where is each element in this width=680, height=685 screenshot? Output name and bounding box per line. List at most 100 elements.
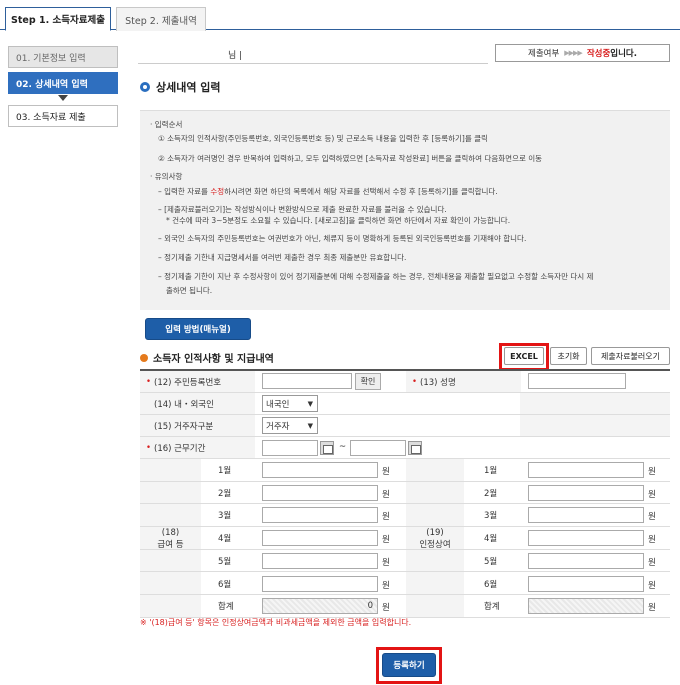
name-label-text: (13) 성명 — [420, 377, 456, 388]
residence-label: (15) 거주자구분 — [140, 415, 255, 436]
total-row: 합계 0 원 합계 원 — [140, 595, 670, 618]
bonus-month-input[interactable] — [528, 575, 644, 592]
unit-label: 원 — [382, 603, 390, 614]
pay-month-input[interactable] — [262, 575, 378, 592]
step-basic-info[interactable]: 01. 기본정보 입력 — [8, 46, 118, 68]
bonus-month-input[interactable] — [528, 507, 644, 524]
info-line: ② 소득자가 여러명인 경우 반복하여 입력하고, 모두 입력하였으면 [소득자… — [158, 154, 543, 163]
form-row: (15) 거주자구분 거주자 ▼ — [140, 415, 670, 437]
status-label: 제출여부 — [528, 49, 560, 59]
unit-label: 원 — [382, 467, 390, 477]
unit-label: 원 — [382, 489, 390, 500]
bonus-month-input[interactable] — [528, 552, 644, 569]
pay-month-input[interactable] — [262, 507, 378, 524]
info-line: · 유의사항 — [150, 172, 183, 181]
unit-label: 원 — [648, 535, 656, 546]
month-label: 합계 — [484, 602, 500, 613]
month-label: 2월 — [484, 488, 498, 499]
month-row: 1월 원 1월 원 — [140, 459, 670, 482]
section-title-text: 상세내역 입력 — [156, 81, 221, 94]
period-start-input[interactable] — [262, 440, 318, 456]
month-row: 6월 원 6월 원 — [140, 573, 670, 596]
info-text: – 입력한 자료를 — [158, 187, 211, 196]
arrow-down-icon — [58, 95, 68, 101]
step-submit[interactable]: 03. 소득자료 제출 — [8, 105, 118, 127]
unit-label: 원 — [648, 489, 656, 500]
load-submitted-button[interactable]: 제출자료불러오기 — [591, 347, 670, 365]
info-emphasis: 수정 — [210, 187, 225, 196]
name-input[interactable] — [528, 373, 626, 389]
arrows-icon: ▶▶▶▶ — [564, 49, 583, 57]
instructions-box: · 입력순서 ① 소득자의 인적사항(주민등록번호, 외국인등록번호 등) 및 … — [140, 110, 670, 310]
month-label: 4월 — [484, 534, 498, 545]
info-text: 하시려면 화면 하단의 목록에서 해당 자료를 선택해서 수정 후 [등록하기]… — [224, 187, 498, 196]
unit-label: 원 — [648, 467, 656, 477]
subsection-title: 소득자 인적사항 및 지급내역 — [140, 350, 274, 365]
step-detail-input[interactable]: 02. 상세내역 입력 — [8, 72, 118, 94]
period-label-text: (16) 근무기간 — [154, 443, 206, 454]
pay-total-input: 0 — [262, 598, 378, 615]
bonus-total-input — [528, 598, 644, 615]
info-line: – 입력한 자료를 수정하시려면 화면 하단의 목록에서 해당 자료를 선택해서… — [158, 186, 498, 197]
tab-bar: Step 1. 소득자료제출 Step 2. 제출내역 — [0, 0, 680, 31]
status-tail: 입니다. — [610, 49, 637, 59]
manual-button[interactable]: 입력 방법(매뉴얼) — [145, 318, 251, 340]
month-label: 합계 — [218, 602, 234, 613]
unit-label: 원 — [382, 557, 390, 568]
month-label: 6월 — [218, 579, 232, 590]
calendar-icon[interactable] — [320, 441, 334, 455]
period-label: • (16) 근무기간 — [140, 437, 255, 458]
confirm-button[interactable]: 확인 — [355, 373, 381, 390]
residence-select[interactable]: 거주자 ▼ — [262, 417, 318, 434]
unit-label: 원 — [648, 557, 656, 568]
status-box: 제출여부 ▶▶▶▶ 작성중입니다. — [495, 44, 670, 62]
month-row: 4월 원 4월 원 — [140, 527, 670, 550]
unit-label: 원 — [382, 535, 390, 546]
bonus-month-input[interactable] — [528, 462, 644, 478]
bullet-circle-icon — [140, 82, 150, 92]
form-note: ※ '(18)급여 등' 항목은 인정상여금액과 비과세금액을 제외한 금액을 … — [140, 618, 412, 627]
rrn-label-text: (12) 주민등록번호 — [154, 377, 222, 388]
calendar-icon[interactable] — [408, 441, 422, 455]
tab-step2[interactable]: Step 2. 제출내역 — [116, 7, 206, 31]
bonus-month-input[interactable] — [528, 484, 644, 501]
pay-month-input[interactable] — [262, 552, 378, 569]
unit-label: 원 — [382, 512, 390, 523]
reset-button[interactable]: 초기화 — [550, 347, 587, 365]
residence-value: 거주자 — [266, 421, 290, 432]
tab-step1[interactable]: Step 1. 소득자료제출 — [5, 7, 111, 31]
highlight-frame — [499, 343, 549, 371]
nationality-select[interactable]: 내국인 ▼ — [262, 395, 318, 412]
month-label: 6월 — [484, 579, 498, 590]
info-line: – 외국인 소득자의 주민등록번호는 여권번호가 아닌, 체류지 등이 명확하게… — [158, 234, 527, 243]
period-end-input[interactable] — [350, 440, 406, 456]
form-row: (14) 내・외국인 내국인 ▼ — [140, 393, 670, 415]
subsection-title-text: 소득자 인적사항 및 지급내역 — [153, 354, 274, 365]
chevron-down-icon: ▼ — [307, 400, 313, 408]
name-label: • (13) 성명 — [406, 371, 521, 392]
info-line: – [제출자료불러오기]는 작성방식이나 변환방식으로 제출 완료한 자료를 불… — [158, 205, 447, 214]
highlight-frame — [376, 647, 442, 684]
month-label: 3월 — [484, 511, 498, 522]
unit-label: 원 — [382, 580, 390, 591]
status-value: 작성중 — [586, 49, 611, 59]
info-line: 출하면 됩니다. — [166, 286, 213, 295]
month-label: 1월 — [484, 466, 498, 476]
chevron-down-icon: ▼ — [307, 422, 313, 430]
month-label: 5월 — [218, 556, 232, 567]
month-label: 4월 — [218, 534, 232, 545]
rrn-input[interactable] — [262, 373, 352, 389]
unit-label: 원 — [648, 580, 656, 591]
form-row: • (16) 근무기간 ~ — [140, 437, 670, 459]
form-row: • (12) 주민등록번호 확인 • (13) 성명 — [140, 371, 670, 393]
bonus-month-input[interactable] — [528, 530, 644, 547]
name-suffix: 님 | — [228, 51, 243, 61]
info-line: · 입력순서 — [150, 120, 183, 129]
info-line: * 건수에 따라 3~5분정도 소요될 수 있습니다. [새로고침]을 클릭하면… — [166, 216, 511, 225]
pay-month-input[interactable] — [262, 530, 378, 547]
empty-cell — [520, 393, 670, 414]
pay-month-input[interactable] — [262, 484, 378, 501]
info-line: – 정기제출 기한내 지급명세서를 여러번 제출한 경우 최종 제출분만 유효합… — [158, 253, 407, 262]
info-line: – 정기제출 기한이 지난 후 수정사항이 있어 정기제출분에 대해 수정제출을… — [158, 272, 594, 281]
pay-month-input[interactable] — [262, 462, 378, 478]
